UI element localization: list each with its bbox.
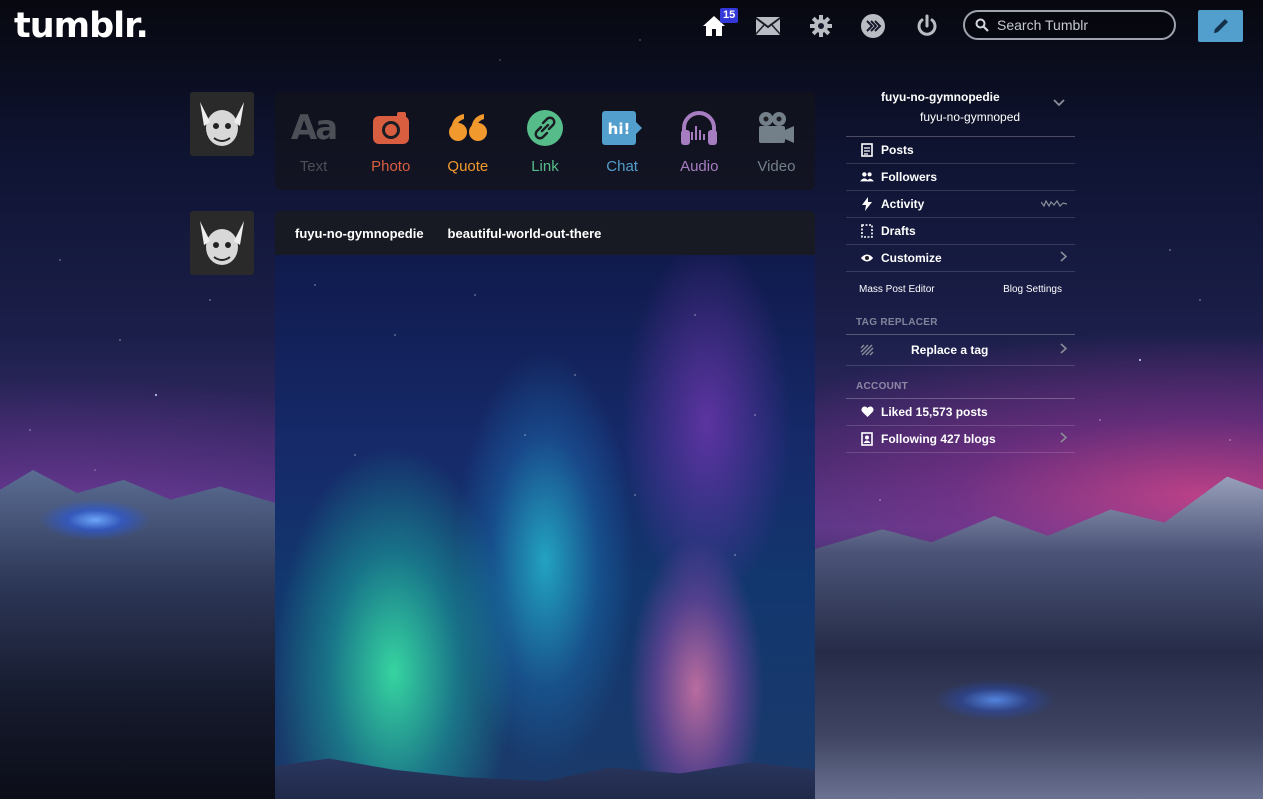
post-type-label: Link <box>531 157 559 175</box>
avatar-illustration <box>190 211 254 275</box>
sidebar-item-label: Replace a tag <box>911 343 989 357</box>
post-type-video[interactable]: Video <box>740 108 812 175</box>
background-glow-left <box>40 500 150 540</box>
post-type-link[interactable]: Link <box>509 108 581 175</box>
blog-settings-link[interactable]: Blog Settings <box>1003 284 1062 295</box>
post-type-text[interactable]: Aa Text <box>278 108 350 175</box>
eye-icon <box>860 254 874 262</box>
mass-post-editor-link[interactable]: Mass Post Editor <box>859 284 935 295</box>
svg-text:hi!: hi! <box>608 120 631 138</box>
inbox-button[interactable] <box>754 12 782 40</box>
document-icon <box>861 143 873 157</box>
sidebar-item-replace-tag[interactable]: Replace a tag <box>846 335 1075 366</box>
sidebar-item-label: Followers <box>881 170 938 184</box>
link-icon <box>526 109 563 146</box>
post-photo[interactable] <box>275 255 815 799</box>
video-camera-icon <box>759 111 795 143</box>
sidebar-item-followers[interactable]: Followers <box>846 164 1075 191</box>
chat-icon: hi! <box>602 110 643 145</box>
background-glow-right <box>935 680 1055 720</box>
sidebar-item-label: Following 427 blogs <box>881 432 996 446</box>
logout-button[interactable] <box>913 12 941 40</box>
sidebar-item-following[interactable]: Following 427 blogs <box>846 426 1075 453</box>
chevron-right-icon <box>1060 251 1068 262</box>
post-type-label: Chat <box>606 157 638 175</box>
sidebar-item-label: Customize <box>881 251 942 265</box>
camera-icon <box>372 111 409 144</box>
contact-card-icon <box>861 432 873 446</box>
tag-replacer-icon <box>860 344 874 356</box>
avatar-illustration <box>190 92 254 156</box>
post-type-audio[interactable]: Audio <box>663 108 735 175</box>
compose-post-button[interactable] <box>1198 10 1243 42</box>
post-type-label: Text <box>299 157 328 175</box>
heart-icon <box>860 406 874 417</box>
sidebar-item-label: Liked 15,573 posts <box>881 405 988 419</box>
blog-name: fuyu-no-gymnopedie <box>881 90 1000 104</box>
background-mountains-right <box>815 476 1263 799</box>
pencil-icon <box>1213 19 1228 33</box>
settings-button[interactable] <box>807 12 835 40</box>
activity-sparkline-icon <box>1040 199 1068 208</box>
quote-icon <box>448 113 487 141</box>
post-type-quote[interactable]: Quote <box>432 108 504 175</box>
post-author-avatar[interactable] <box>190 211 254 275</box>
lightning-icon <box>862 197 872 211</box>
search-icon <box>975 18 989 32</box>
chevron-right-icon <box>1060 432 1068 443</box>
sidebar-item-label: Drafts <box>881 224 916 238</box>
post-author-link[interactable]: fuyu-no-gymnopedie <box>295 226 424 241</box>
dashboard-unread-badge: 15 <box>720 8 739 23</box>
search-input[interactable] <box>995 16 1169 34</box>
account-heading: ACCOUNT <box>846 376 1075 399</box>
post-type-label: Video <box>757 157 796 175</box>
blog-header[interactable]: fuyu-no-gymnopedie fuyu-no-gymnoped <box>846 86 1075 137</box>
sidebar-item-drafts[interactable]: Drafts <box>846 218 1075 245</box>
user-avatar[interactable] <box>190 92 254 156</box>
chevron-right-icon <box>1060 343 1068 354</box>
tag-replacer-heading: TAG REPLACER <box>846 312 1075 335</box>
sidebar-item-label: Activity <box>881 197 925 211</box>
post-type-selector: Aa Text Photo Quote Link hi! Chat Audio … <box>275 92 815 190</box>
people-icon <box>860 172 874 182</box>
sidebar-item-label: Posts <box>881 143 914 157</box>
blog-title: fuyu-no-gymnoped <box>920 110 1021 124</box>
sidebar-item-activity[interactable]: Activity <box>846 191 1075 218</box>
blog-switcher-toggle[interactable] <box>1053 94 1065 112</box>
headphones-icon <box>681 110 718 145</box>
sidebar-item-posts[interactable]: Posts <box>846 137 1075 164</box>
reblog-source-link[interactable]: beautiful-world-out-there <box>448 226 602 241</box>
power-icon <box>917 14 937 36</box>
gear-icon <box>810 15 832 37</box>
search-box[interactable] <box>963 10 1176 40</box>
post-type-chat[interactable]: hi! Chat <box>586 108 658 175</box>
xkit-button[interactable] <box>859 12 887 40</box>
xkit-icon <box>861 14 885 38</box>
sidebar-item-likes[interactable]: Liked 15,573 posts <box>846 399 1075 426</box>
post-type-photo[interactable]: Photo <box>355 108 427 175</box>
envelope-icon <box>755 17 781 35</box>
dashboard-post: fuyu-no-gymnopedie beautiful-world-out-t… <box>275 211 815 799</box>
post-type-label: Audio <box>680 157 719 175</box>
tumblr-logo[interactable]: tumblr. <box>14 6 149 46</box>
sidebar-item-customize[interactable]: Customize <box>846 245 1075 272</box>
blog-tools-links: Mass Post Editor Blog Settings <box>846 272 1075 306</box>
drafts-icon <box>861 224 873 238</box>
text-post-icon: Aa <box>290 107 338 148</box>
post-type-label: Photo <box>371 157 411 175</box>
sidebar: fuyu-no-gymnopedie fuyu-no-gymnoped Post… <box>846 86 1075 453</box>
chevron-down-icon <box>1053 99 1065 107</box>
post-header: fuyu-no-gymnopedie beautiful-world-out-t… <box>275 211 815 255</box>
post-type-label: Quote <box>447 157 489 175</box>
